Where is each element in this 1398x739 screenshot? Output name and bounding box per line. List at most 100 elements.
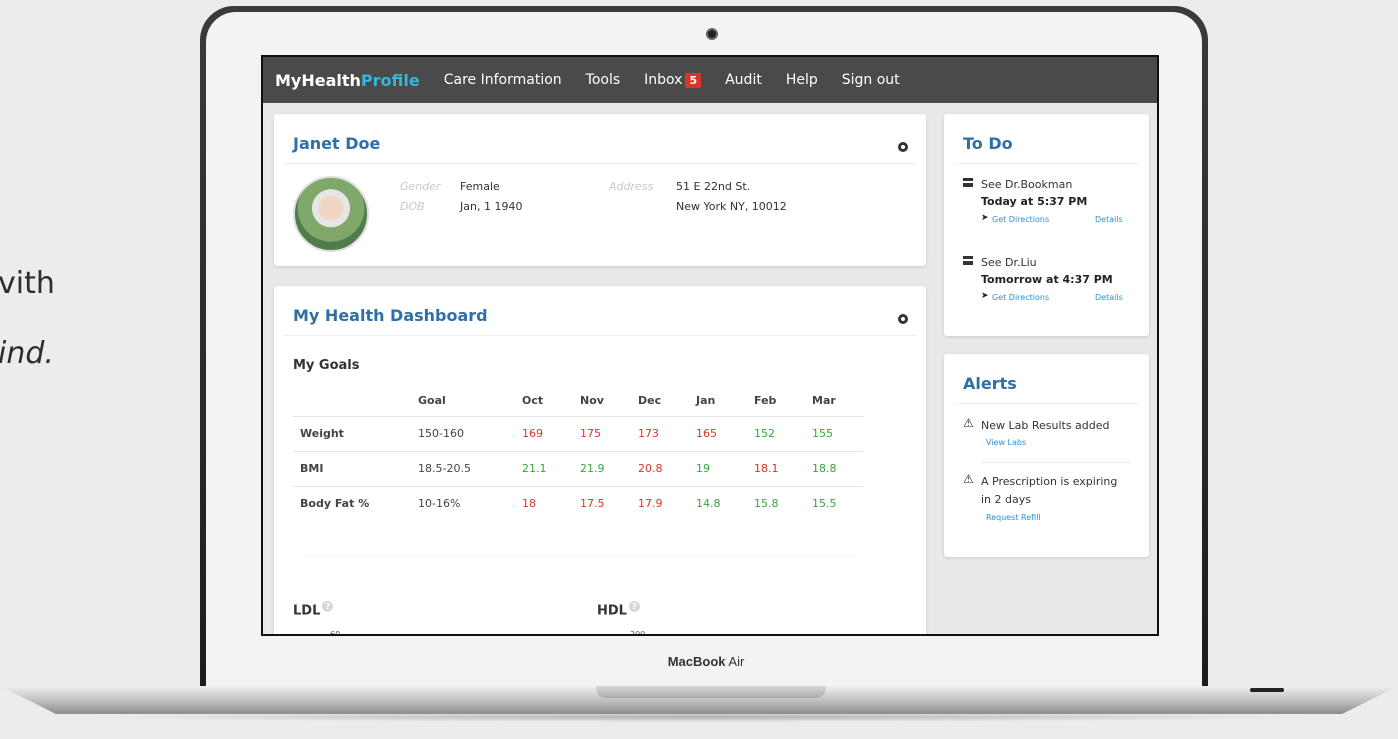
device-label-model: Air (725, 654, 745, 669)
divider (954, 163, 1139, 164)
app-screen: MyHealthProfile Care Information Tools I… (261, 55, 1159, 636)
goals-heading: My Goals (293, 358, 360, 373)
device-label-brand: MacBook (667, 654, 726, 669)
row-label: BMI (293, 450, 411, 486)
alert-text: A Prescription is expiring (981, 475, 1118, 488)
todo-title: To Do (963, 134, 1013, 153)
table-row: Body Fat % 10-16% 18 17.5 17.9 14.8 15.8 15.5 (293, 485, 863, 521)
camera-icon (706, 28, 718, 40)
inbox-count-badge: 5 (685, 72, 702, 88)
metric-value: 17.9 (631, 485, 689, 521)
address-line-2: New York NY, 10012 (676, 200, 787, 213)
calendar-icon (963, 256, 973, 265)
metric-value: 15.5 (805, 485, 863, 521)
nav-audit[interactable]: Audit (725, 72, 762, 88)
metric-value: 155 (805, 415, 863, 451)
todo-panel: To Do See Dr.Bookman Today at 5:37 PM ➤ … (944, 114, 1149, 336)
column-header: Feb (754, 394, 777, 408)
nav-care-information[interactable]: Care Information (444, 72, 562, 88)
divider (284, 335, 916, 336)
slide-text-fragment: vith (0, 266, 55, 301)
location-arrow-icon: ➤ (981, 213, 989, 223)
metric-value: 18.1 (747, 450, 805, 486)
metric-value: 18.8 (805, 450, 863, 486)
metric-value: 14.8 (689, 485, 747, 521)
logo-part-2: Profile (360, 70, 420, 90)
alerts-title: Alerts (963, 374, 1017, 393)
divider (284, 163, 916, 164)
goal-range: 10-16% (411, 485, 515, 521)
warning-icon: ⚠ (963, 472, 974, 486)
nav-inbox[interactable]: Inbox 5 (644, 72, 702, 88)
metric-value: 15.8 (747, 485, 805, 521)
location-arrow-icon: ➤ (981, 291, 989, 301)
metric-value: 173 (631, 415, 689, 451)
metric-value: 20.8 (631, 450, 689, 486)
dob-label: DOB (400, 200, 425, 213)
goals-table: Goal Oct Nov Dec Jan Feb Mar Weight 150-1… (293, 386, 863, 521)
alerts-panel: Alerts ⚠ New Lab Results added View Labs… (944, 354, 1149, 557)
details-link[interactable]: Details (1095, 293, 1123, 302)
row-label: Body Fat % (293, 485, 411, 521)
nav-tools[interactable]: Tools (586, 72, 621, 88)
app-logo[interactable]: MyHealthProfile (275, 71, 420, 90)
metric-value: 21.1 (515, 450, 573, 486)
patient-profile-panel: Janet Doe Gender Female DOB Jan, 1 1940 … (274, 114, 926, 266)
column-header: Goal (418, 394, 446, 408)
todo-item-text: See Dr.Liu (981, 256, 1037, 269)
table-header-row: Goal Oct Nov Dec Jan Feb Mar (293, 386, 863, 416)
top-navbar: MyHealthProfile Care Information Tools I… (263, 57, 1157, 103)
calendar-icon (963, 178, 973, 187)
gear-icon[interactable] (898, 314, 908, 324)
view-labs-link[interactable]: View Labs (986, 438, 1026, 447)
row-label: Weight (293, 415, 411, 451)
column-header: Mar (812, 394, 836, 408)
metric-value: 21.9 (573, 450, 631, 486)
nav-sign-out[interactable]: Sign out (842, 72, 900, 88)
help-icon[interactable]: ? (322, 601, 334, 612)
slide-text-fragment-italic: ind. (0, 336, 54, 371)
metric-value: 165 (689, 415, 747, 451)
address-line-1: 51 E 22nd St. (676, 180, 751, 193)
metric-value: 169 (515, 415, 573, 451)
gear-icon[interactable] (898, 142, 908, 152)
laptop-led (1250, 688, 1284, 692)
goal-range: 18.5-20.5 (411, 450, 515, 486)
divider (954, 403, 1139, 404)
goal-range: 150-160 (411, 415, 515, 451)
patient-name[interactable]: Janet Doe (293, 134, 380, 153)
get-directions-link[interactable]: Get Directions (992, 293, 1049, 302)
metric-value: 19 (689, 450, 747, 486)
laptop-base-notch (596, 686, 826, 698)
metric-value: 152 (747, 415, 805, 451)
get-directions-link[interactable]: Get Directions (992, 215, 1049, 224)
gender-value: Female (460, 180, 500, 193)
nav-inbox-label: Inbox (644, 72, 683, 88)
metric-value: 18 (515, 485, 573, 521)
divider (981, 462, 1131, 463)
table-row: Weight 150-160 169 175 173 165 152 155 (293, 415, 863, 451)
details-link[interactable]: Details (1095, 215, 1123, 224)
todo-item-text: See Dr.Bookman (981, 178, 1073, 191)
address-label: Address (609, 180, 654, 193)
warning-icon: ⚠ (963, 416, 974, 430)
dob-value: Jan, 1 1940 (460, 200, 523, 213)
hdl-title-text: HDL (597, 603, 627, 619)
logo-part-1: MyHealth (275, 70, 361, 90)
column-header: Nov (580, 394, 604, 408)
metric-value: 175 (573, 415, 631, 451)
ldl-title-text: LDL (293, 603, 321, 619)
hdl-chart-title: HDL? (597, 601, 640, 618)
device-label: MacBook Air (0, 654, 1398, 669)
nav-help[interactable]: Help (786, 72, 818, 88)
request-refill-link[interactable]: Request Refill (986, 513, 1041, 522)
hdl-axis-tick: 200 (630, 630, 646, 636)
ldl-chart-title: LDL? (293, 601, 334, 619)
column-header (293, 386, 411, 416)
column-header: Jan (696, 394, 716, 408)
ldl-axis-tick: 60 (330, 630, 341, 636)
alert-text: New Lab Results added (981, 419, 1110, 432)
gender-label: Gender (400, 180, 441, 193)
todo-item-time: Tomorrow at 4:37 PM (981, 273, 1113, 286)
help-icon[interactable]: ? (628, 601, 640, 612)
